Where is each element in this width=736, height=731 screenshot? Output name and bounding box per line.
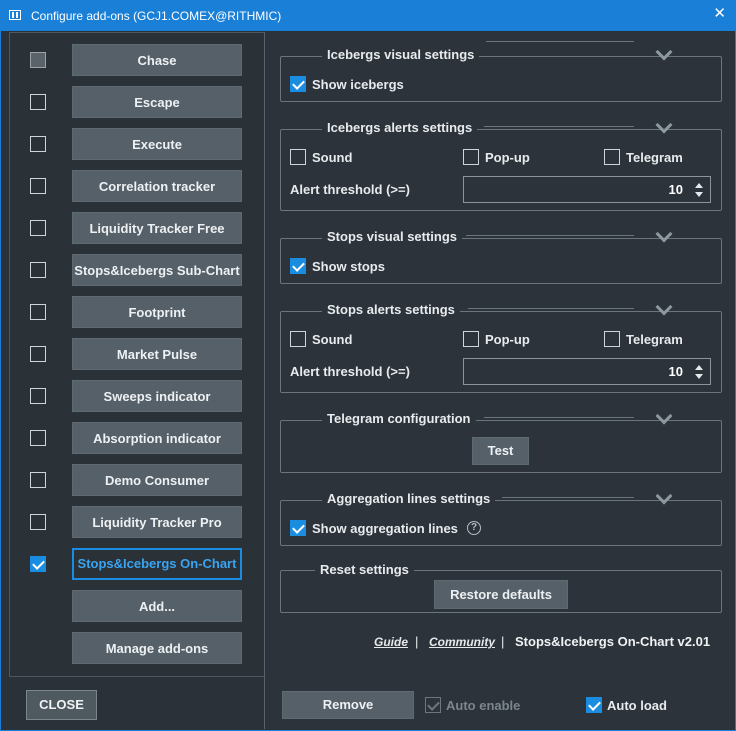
addon-button[interactable]: Liquidity Tracker Free bbox=[72, 212, 242, 244]
addon-button[interactable]: Escape bbox=[72, 86, 242, 118]
show-aggregation-checkbox[interactable] bbox=[290, 520, 306, 536]
stops-threshold-value: 10 bbox=[668, 364, 683, 379]
group-header-line bbox=[502, 497, 634, 498]
addon-button[interactable]: Stops&Icebergs On-Chart bbox=[72, 548, 242, 580]
community-link[interactable]: Community bbox=[429, 635, 495, 649]
chevron-down-icon[interactable] bbox=[654, 230, 674, 244]
addon-checkbox[interactable] bbox=[30, 304, 46, 320]
addon-checkbox[interactable] bbox=[30, 52, 46, 68]
help-icon[interactable]: ? bbox=[467, 521, 481, 535]
aggregation-title: Aggregation lines settings bbox=[322, 491, 496, 506]
show-icebergs-label: Show icebergs bbox=[312, 77, 404, 92]
stops-sound-checkbox[interactable] bbox=[290, 331, 306, 347]
addon-checkbox[interactable] bbox=[30, 430, 46, 446]
addon-checkbox[interactable] bbox=[30, 556, 46, 572]
chevron-down-icon[interactable] bbox=[654, 48, 674, 62]
version-label: Stops&Icebergs On-Chart v2.01 bbox=[515, 634, 711, 649]
auto-load-label: Auto load bbox=[607, 698, 667, 713]
stops-alerts-title: Stops alerts settings bbox=[322, 302, 460, 317]
icebergs-threshold-value: 10 bbox=[668, 182, 683, 197]
group-header-line bbox=[468, 308, 634, 309]
manage-addons-button[interactable]: Manage add-ons bbox=[72, 632, 242, 664]
chevron-down-icon[interactable] bbox=[654, 412, 674, 426]
app-icon bbox=[9, 10, 21, 20]
guide-link[interactable]: Guide bbox=[374, 635, 408, 649]
close-button[interactable]: CLOSE bbox=[26, 690, 97, 720]
addon-button[interactable]: Execute bbox=[72, 128, 242, 160]
addon-button[interactable]: Footprint bbox=[72, 296, 242, 328]
icebergs-telegram-checkbox[interactable] bbox=[604, 149, 620, 165]
addon-checkbox[interactable] bbox=[30, 136, 46, 152]
icebergs-sound-checkbox[interactable] bbox=[290, 149, 306, 165]
reset-title: Reset settings bbox=[315, 562, 414, 577]
stops-telegram-checkbox[interactable] bbox=[604, 331, 620, 347]
show-icebergs-checkbox[interactable] bbox=[290, 76, 306, 92]
show-aggregation-label: Show aggregation lines bbox=[312, 521, 458, 536]
telegram-config-title: Telegram configuration bbox=[322, 411, 476, 426]
addon-button[interactable]: Liquidity Tracker Pro bbox=[72, 506, 242, 538]
restore-defaults-button[interactable]: Restore defaults bbox=[434, 580, 568, 609]
icebergs-threshold-label: Alert threshold (>=) bbox=[290, 182, 410, 197]
group-header-line bbox=[466, 235, 634, 236]
stops-visual-title: Stops visual settings bbox=[322, 229, 463, 244]
addon-checkbox[interactable] bbox=[30, 472, 46, 488]
footer-separator: | bbox=[415, 634, 419, 649]
add-addon-button[interactable]: Add... bbox=[72, 590, 242, 622]
stops-popup-checkbox[interactable] bbox=[463, 331, 479, 347]
addon-checkbox[interactable] bbox=[30, 220, 46, 236]
show-stops-checkbox[interactable] bbox=[290, 258, 306, 274]
telegram-test-button[interactable]: Test bbox=[472, 437, 529, 465]
chevron-down-icon[interactable] bbox=[654, 121, 674, 135]
addon-checkbox[interactable] bbox=[30, 388, 46, 404]
icebergs-telegram-label: Telegram bbox=[626, 150, 683, 165]
addon-button[interactable]: Absorption indicator bbox=[72, 422, 242, 454]
addon-checkbox[interactable] bbox=[30, 262, 46, 278]
chevron-down-icon[interactable] bbox=[654, 303, 674, 317]
title-bar: Configure add-ons (GCJ1.COMEX@RITHMIC) ✕ bbox=[0, 0, 736, 31]
stops-telegram-label: Telegram bbox=[626, 332, 683, 347]
addon-checkbox[interactable] bbox=[30, 94, 46, 110]
spin-up-icon[interactable] bbox=[695, 183, 703, 188]
icebergs-popup-label: Pop-up bbox=[485, 150, 530, 165]
footer-separator: | bbox=[501, 634, 505, 649]
icebergs-threshold-spinner[interactable]: 10 bbox=[463, 176, 711, 203]
spin-up-icon[interactable] bbox=[695, 365, 703, 370]
addon-checkbox[interactable] bbox=[30, 178, 46, 194]
auto-enable-checkbox[interactable] bbox=[425, 697, 441, 713]
addon-button[interactable]: Correlation tracker bbox=[72, 170, 242, 202]
auto-load-checkbox[interactable] bbox=[586, 697, 602, 713]
stops-threshold-label: Alert threshold (>=) bbox=[290, 364, 410, 379]
group-header-line bbox=[486, 41, 634, 42]
show-stops-label: Show stops bbox=[312, 259, 385, 274]
spin-down-icon[interactable] bbox=[695, 192, 703, 197]
auto-enable-label: Auto enable bbox=[446, 698, 521, 713]
addon-button[interactable]: Demo Consumer bbox=[72, 464, 242, 496]
window-title: Configure add-ons (GCJ1.COMEX@RITHMIC) bbox=[31, 9, 282, 23]
stops-popup-label: Pop-up bbox=[485, 332, 530, 347]
group-header-line bbox=[484, 417, 634, 418]
chevron-down-icon[interactable] bbox=[654, 492, 674, 506]
addon-button[interactable]: Stops&Icebergs Sub-Chart bbox=[72, 254, 242, 286]
stops-sound-label: Sound bbox=[312, 332, 353, 347]
icebergs-sound-label: Sound bbox=[312, 150, 353, 165]
icebergs-alerts-title: Icebergs alerts settings bbox=[322, 120, 478, 135]
addon-checkbox[interactable] bbox=[30, 514, 46, 530]
group-header-line bbox=[484, 126, 634, 127]
addon-button[interactable]: Sweeps indicator bbox=[72, 380, 242, 412]
icebergs-popup-checkbox[interactable] bbox=[463, 149, 479, 165]
addon-checkbox[interactable] bbox=[30, 346, 46, 362]
icebergs-visual-title: Icebergs visual settings bbox=[322, 47, 480, 62]
close-window-icon[interactable]: ✕ bbox=[713, 5, 726, 23]
addon-button[interactable]: Chase bbox=[72, 44, 242, 76]
remove-button[interactable]: Remove bbox=[282, 691, 414, 719]
stops-threshold-spinner[interactable]: 10 bbox=[463, 358, 711, 385]
spin-down-icon[interactable] bbox=[695, 374, 703, 379]
addon-button[interactable]: Market Pulse bbox=[72, 338, 242, 370]
